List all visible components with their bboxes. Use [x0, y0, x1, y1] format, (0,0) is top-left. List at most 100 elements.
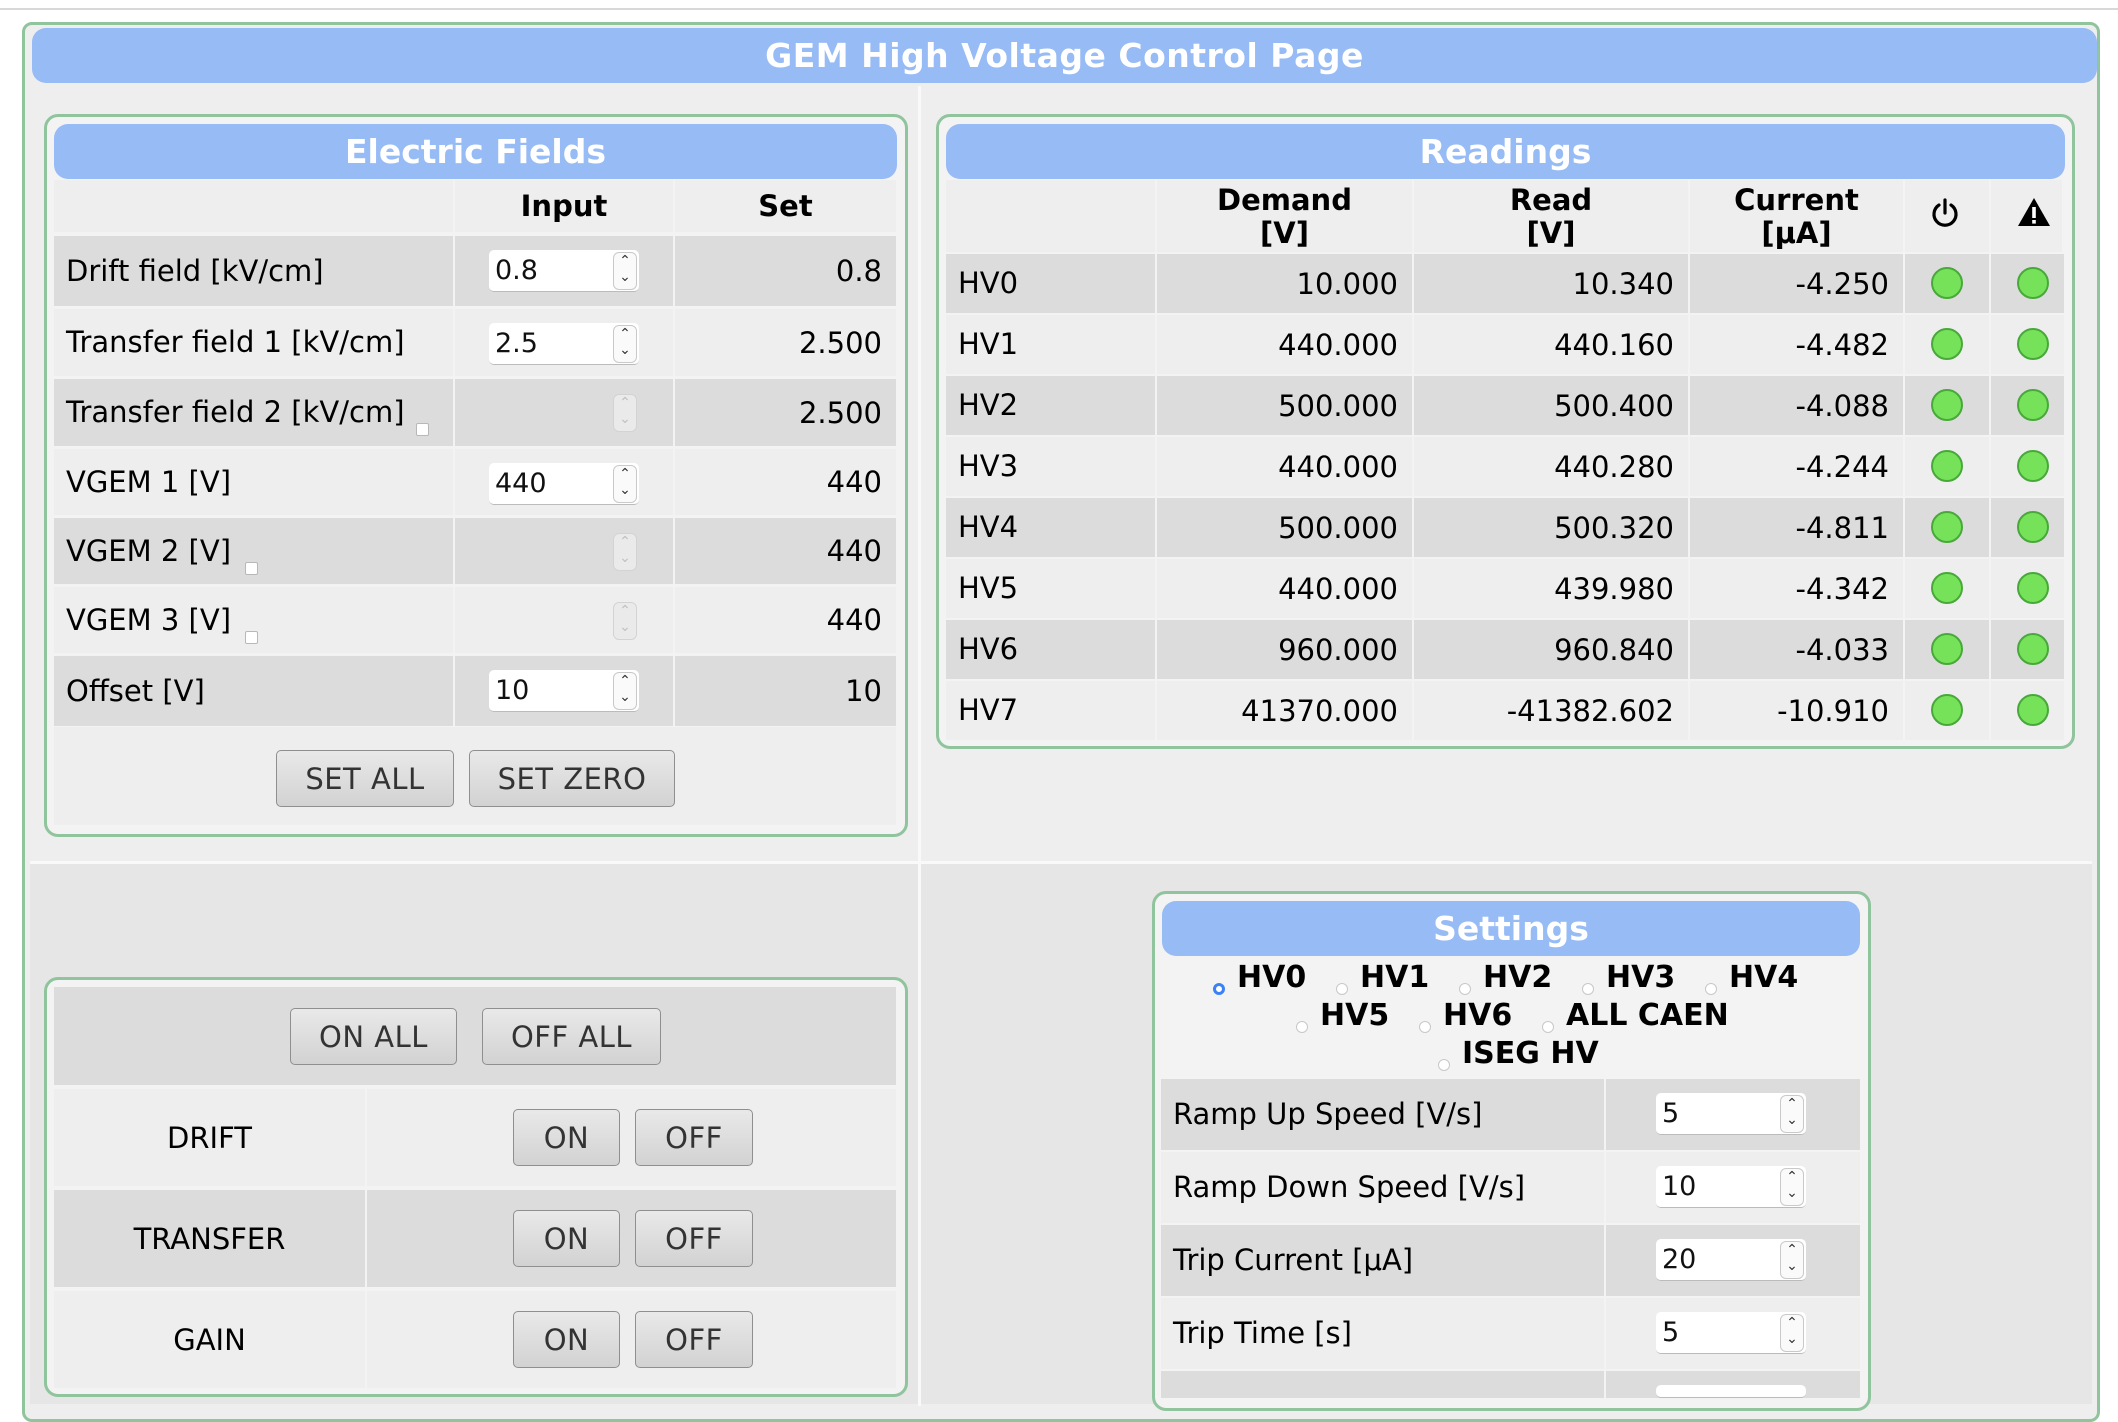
readings-col-current: Current [1734, 183, 1859, 217]
alarm-status-led [2017, 633, 2049, 665]
demand-value: 960.000 [1157, 620, 1412, 679]
switch-off-button[interactable]: OFF [635, 1210, 753, 1267]
channel-radio-label[interactable]: HV1 [1360, 961, 1429, 995]
stepper-arrows-icon[interactable]: ⌃ ⌄ [1780, 1314, 1804, 1352]
power-status-led [1931, 633, 1963, 665]
current-value: -4.250 [1690, 254, 1903, 313]
set-all-button[interactable]: SET ALL [276, 750, 454, 807]
channel-radio-label[interactable]: ISEG HV [1462, 1037, 1599, 1071]
horizontal-divider [30, 861, 2092, 864]
field-input[interactable]: 440 ⌃ ⌄ [489, 463, 639, 505]
power-status-led [1931, 572, 1963, 604]
channel-radio[interactable] [1542, 1021, 1554, 1033]
channel-radio-label[interactable]: HV4 [1729, 961, 1798, 995]
field-input[interactable]: 2.5 ⌃ ⌄ [489, 323, 639, 365]
switch-on-button[interactable]: ON [513, 1311, 620, 1368]
demand-value: 440.000 [1157, 559, 1412, 618]
field-input-value: 0.8 [495, 255, 538, 286]
channel-radio[interactable] [1705, 983, 1717, 995]
read-value: 960.840 [1414, 620, 1688, 679]
setting-input[interactable]: 5 ⌃ ⌄ [1656, 1312, 1806, 1354]
enable-checkbox[interactable] [245, 631, 258, 644]
switch-button-cell [367, 1190, 896, 1287]
channel-radio[interactable] [1438, 1059, 1450, 1071]
channel-radio[interactable] [1336, 983, 1348, 995]
field-input-cell [455, 379, 673, 446]
switch-on-button[interactable]: ON [513, 1210, 620, 1267]
read-value: 500.320 [1414, 498, 1688, 557]
demand-value: 500.000 [1157, 376, 1412, 435]
stepper-disabled-icon: ⌃ ⌄ [613, 533, 637, 571]
stepper-arrows-icon[interactable]: ⌃ ⌄ [1780, 1168, 1804, 1206]
setting-input-partial[interactable] [1656, 1385, 1806, 1398]
enable-checkbox[interactable] [245, 562, 258, 575]
field-set-value: 10 [675, 656, 896, 726]
field-input-value: 10 [495, 675, 530, 706]
setting-label: Trip Time [s] [1161, 1298, 1604, 1369]
channel-radio-label[interactable]: HV5 [1320, 999, 1389, 1033]
channel-radio[interactable] [1582, 983, 1594, 995]
switch-group-label: TRANSFER [54, 1190, 365, 1287]
alarm-status-led [2017, 694, 2049, 726]
setting-input[interactable]: 5 ⌃ ⌄ [1656, 1093, 1806, 1135]
channel-name: HV4 [946, 498, 1155, 557]
channel-radio[interactable] [1296, 1021, 1308, 1033]
read-value: 10.340 [1414, 254, 1688, 313]
field-label: Offset [V] [54, 656, 453, 726]
readings-header-cell [946, 180, 1155, 252]
electric-fields-title: Electric Fields [54, 124, 897, 179]
channel-radio[interactable] [1459, 983, 1471, 995]
demand-value: 10.000 [1157, 254, 1412, 313]
switch-off-button[interactable]: OFF [635, 1311, 753, 1368]
channel-radio-label[interactable]: HV3 [1606, 961, 1675, 995]
channel-radio-label[interactable]: HV6 [1443, 999, 1512, 1033]
setting-label: Ramp Down Speed [V/s] [1161, 1152, 1604, 1223]
field-input[interactable]: 10 ⌃ ⌄ [489, 670, 639, 712]
alarm-status-led [2017, 328, 2049, 360]
stepper-arrows-icon[interactable]: ⌃ ⌄ [613, 252, 637, 290]
channel-radio-label[interactable]: HV2 [1483, 961, 1552, 995]
settings-title: Settings [1162, 901, 1860, 956]
current-value: -4.342 [1690, 559, 1903, 618]
power-status-led [1931, 389, 1963, 421]
fields-col-set: Set [675, 180, 896, 232]
read-value: 500.400 [1414, 376, 1688, 435]
readings-col-demand-unit: [V] [1260, 216, 1309, 250]
channel-radio-label[interactable]: ALL CAEN [1566, 999, 1729, 1033]
channel-radio[interactable] [1419, 1021, 1431, 1033]
demand-value: 500.000 [1157, 498, 1412, 557]
field-label: VGEM 1 [V] [54, 449, 453, 515]
setting-input-value: 5 [1662, 1098, 1680, 1129]
stepper-arrows-icon[interactable]: ⌃ ⌄ [613, 672, 637, 710]
enable-checkbox[interactable] [416, 423, 429, 436]
fields-col-input: Input [455, 180, 673, 232]
vertical-divider [918, 86, 921, 1406]
read-value: 440.160 [1414, 315, 1688, 374]
set-zero-button[interactable]: SET ZERO [469, 750, 675, 807]
channel-radio-label[interactable]: HV0 [1237, 961, 1306, 995]
on-all-button[interactable]: ON ALL [290, 1008, 457, 1065]
off-all-button[interactable]: OFF ALL [482, 1008, 661, 1065]
switch-group-label: GAIN [54, 1291, 365, 1388]
setting-input[interactable]: 20 ⌃ ⌄ [1656, 1239, 1806, 1281]
setting-input[interactable]: 10 ⌃ ⌄ [1656, 1166, 1806, 1208]
read-value: -41382.602 [1414, 681, 1688, 740]
stepper-arrows-icon[interactable]: ⌃ ⌄ [1780, 1241, 1804, 1279]
switch-off-button[interactable]: OFF [635, 1109, 753, 1166]
readings-col-read: Read [1509, 183, 1593, 217]
channel-name: HV3 [946, 437, 1155, 496]
stepper-arrows-icon[interactable]: ⌃ ⌄ [613, 465, 637, 503]
power-status-led [1931, 694, 1963, 726]
field-set-value: 0.8 [675, 236, 896, 306]
alarm-status-led [2017, 389, 2049, 421]
page-title: GEM High Voltage Control Page [32, 28, 2097, 83]
stepper-arrows-icon[interactable]: ⌃ ⌄ [613, 325, 637, 363]
field-input[interactable]: 0.8 ⌃ ⌄ [489, 250, 639, 292]
switch-on-button[interactable]: ON [513, 1109, 620, 1166]
stepper-arrows-icon[interactable]: ⌃ ⌄ [1780, 1095, 1804, 1133]
channel-name: HV0 [946, 254, 1155, 313]
channel-radio[interactable] [1213, 983, 1225, 995]
setting-input-value: 10 [1662, 1171, 1697, 1202]
readings-col-current-unit: [μA] [1761, 216, 1832, 250]
readings-title: Readings [946, 124, 2065, 179]
